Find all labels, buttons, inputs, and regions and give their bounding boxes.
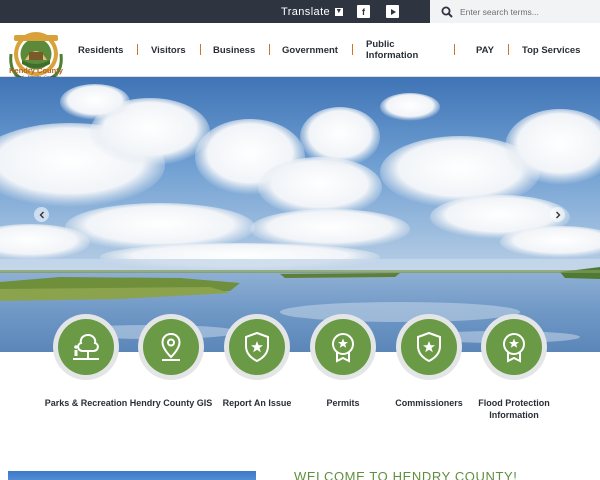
- welcome-image: [8, 471, 256, 480]
- quick-link-gis[interactable]: Hendry County GIS: [122, 314, 218, 434]
- quick-link-label: Flood Protection Information: [478, 398, 550, 420]
- chevron-left-icon: [39, 211, 44, 218]
- nav-item-pay[interactable]: PAY: [476, 23, 494, 77]
- slider-next-button[interactable]: [550, 207, 565, 222]
- quick-link-ring: [310, 314, 376, 380]
- nav-item-public-information[interactable]: Public Information: [366, 23, 432, 77]
- quick-link-permits[interactable]: Permits: [294, 314, 390, 434]
- site-header: Hendry County "Rural... Friendly... Coun…: [0, 23, 600, 80]
- quick-link-parks[interactable]: Parks & Recreation: [37, 314, 133, 434]
- nav-item-business[interactable]: Business: [213, 23, 255, 77]
- award-badge-icon: [486, 319, 542, 375]
- quick-link-label: Permits: [326, 398, 360, 408]
- chevron-right-icon: [555, 211, 560, 218]
- nav-separator: [508, 44, 509, 55]
- translate-label: Translate: [281, 5, 331, 18]
- search-input[interactable]: [460, 6, 590, 17]
- page: Translate ▼ f Enter search terms... Hend…: [0, 0, 600, 480]
- quick-link-ring: [224, 314, 290, 380]
- nav-item-visitors[interactable]: Visitors: [151, 23, 186, 77]
- quick-link-ring: [138, 314, 204, 380]
- utility-bar: Translate ▼ f: [0, 0, 600, 23]
- nav-separator: [269, 44, 270, 55]
- nav-item-government[interactable]: Government: [282, 23, 338, 77]
- shield-star-icon: [401, 319, 457, 375]
- nav-separator: [352, 44, 353, 55]
- welcome-title: WELCOME TO HENDRY COUNTY!: [294, 469, 518, 480]
- quick-link-label: Hendry County GIS: [129, 398, 213, 408]
- quick-link-label: Parks & Recreation: [44, 398, 128, 408]
- chevron-down-icon: ▼: [335, 7, 344, 16]
- search-box: [430, 0, 600, 23]
- nav-separator: [137, 44, 138, 55]
- logo-name: Hendry County: [9, 66, 63, 75]
- quick-link-ring: [396, 314, 462, 380]
- nav-separator: [200, 44, 201, 55]
- quick-link-ring: [481, 314, 547, 380]
- quick-link-commissioners[interactable]: Commissioners: [380, 314, 476, 434]
- nav-item-residents[interactable]: Residents: [78, 23, 123, 77]
- shield-star-icon: [229, 319, 285, 375]
- translate-button[interactable]: Translate ▼: [281, 0, 344, 23]
- map-pin-icon: [143, 319, 199, 375]
- hero-slider: [0, 77, 600, 352]
- quick-link-ring: [53, 314, 119, 380]
- park-tree-icon: [58, 319, 114, 375]
- quick-link-flood-protection[interactable]: Flood Protection Information: [465, 314, 561, 434]
- quick-link-report-issue[interactable]: Report An Issue: [208, 314, 304, 434]
- facebook-icon[interactable]: f: [357, 5, 370, 18]
- facebook-glyph: f: [362, 6, 365, 17]
- play-icon: [390, 8, 396, 15]
- quick-link-label: Report An Issue: [222, 398, 292, 408]
- nav-item-top-services[interactable]: Top Services: [522, 23, 582, 77]
- search-icon[interactable]: [436, 0, 458, 23]
- nav-separator: [454, 44, 455, 55]
- youtube-icon[interactable]: [386, 5, 399, 18]
- slider-prev-button[interactable]: [34, 207, 49, 222]
- lake-and-clouds-photo: [0, 77, 600, 352]
- quick-link-label: Commissioners: [395, 398, 463, 408]
- quick-links: Parks & Recreation Hendry County GIS Rep…: [0, 314, 600, 434]
- award-badge-icon: [315, 319, 371, 375]
